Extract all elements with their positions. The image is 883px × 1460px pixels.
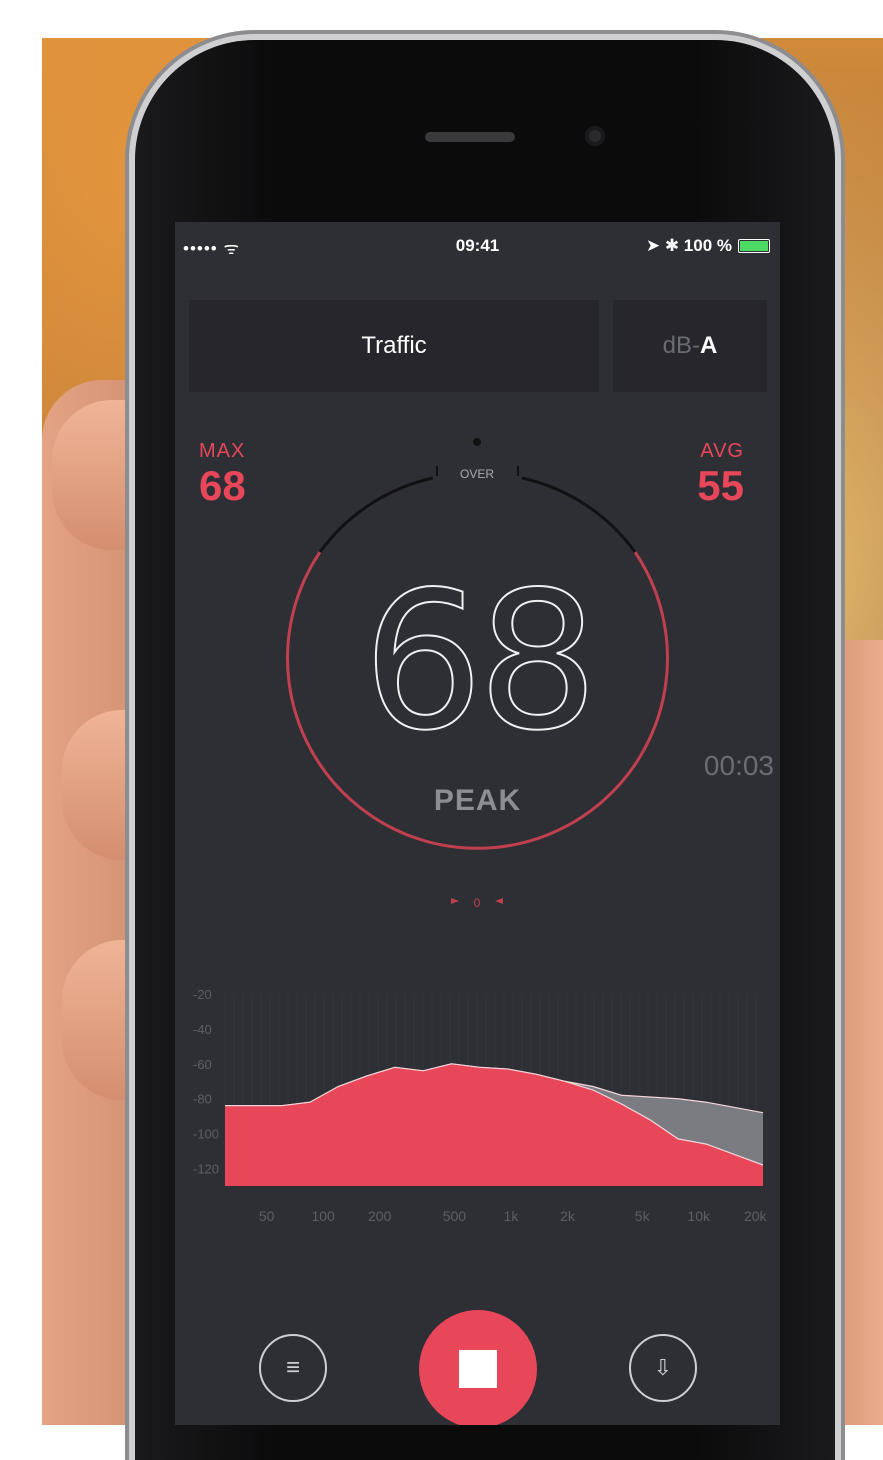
stop-icon [459,1350,497,1388]
app-screen: ••••• ᯤ 09:41 ➤ ✱ 100 % Traffic dB- A MAX… [175,222,780,1425]
earpiece-speaker [425,132,515,142]
x-tick-label: 10k [687,1208,711,1224]
y-tick-label: -40 [193,1022,212,1037]
bottom-controls: ≡ ⇩ [175,1272,780,1425]
y-tick-label: -100 [193,1127,219,1142]
x-tick-label: 50 [259,1208,275,1224]
peak-reading: 68 [362,551,600,772]
gauge-bottom-marker: 0 [474,896,481,910]
x-tick-label: 2k [560,1208,576,1224]
y-tick-label: -60 [193,1057,212,1072]
y-axis-ticks: -20 -40 -60 -80 -100 -120 [193,987,219,1177]
x-tick-label: 500 [443,1208,467,1224]
gauge-arc-dark-left [318,476,434,553]
download-icon: ⇩ [653,1355,673,1380]
frequency-spectrum-chart: -20 -40 -60 -80 -100 -120 50 100 200 500 1k 2k 5k 10… [193,987,767,1224]
gauge-arc-dark-right [521,476,637,553]
y-tick-label: -80 [193,1092,212,1107]
over-label: OVER [460,467,494,481]
menu-icon: ≡ [285,1354,300,1381]
x-tick-label: 20k [744,1208,767,1224]
y-tick-label: -120 [193,1162,219,1177]
x-tick-label: 200 [368,1208,392,1224]
front-camera [585,126,605,146]
stop-button[interactable] [419,1310,537,1425]
over-indicator-dot [473,438,481,446]
x-tick-label: 1k [504,1208,520,1224]
elapsed-timer: 00:03 [703,750,774,781]
x-tick-label: 100 [311,1208,335,1224]
x-axis-ticks: 50 100 200 500 1k 2k 5k 10k 20k [259,1208,767,1224]
peak-mode-label: PEAK [433,784,522,817]
x-tick-label: 5k [635,1208,651,1224]
menu-button[interactable]: ≡ [259,1334,327,1402]
save-button[interactable]: ⇩ [629,1334,697,1402]
y-tick-label: -20 [193,987,212,1002]
